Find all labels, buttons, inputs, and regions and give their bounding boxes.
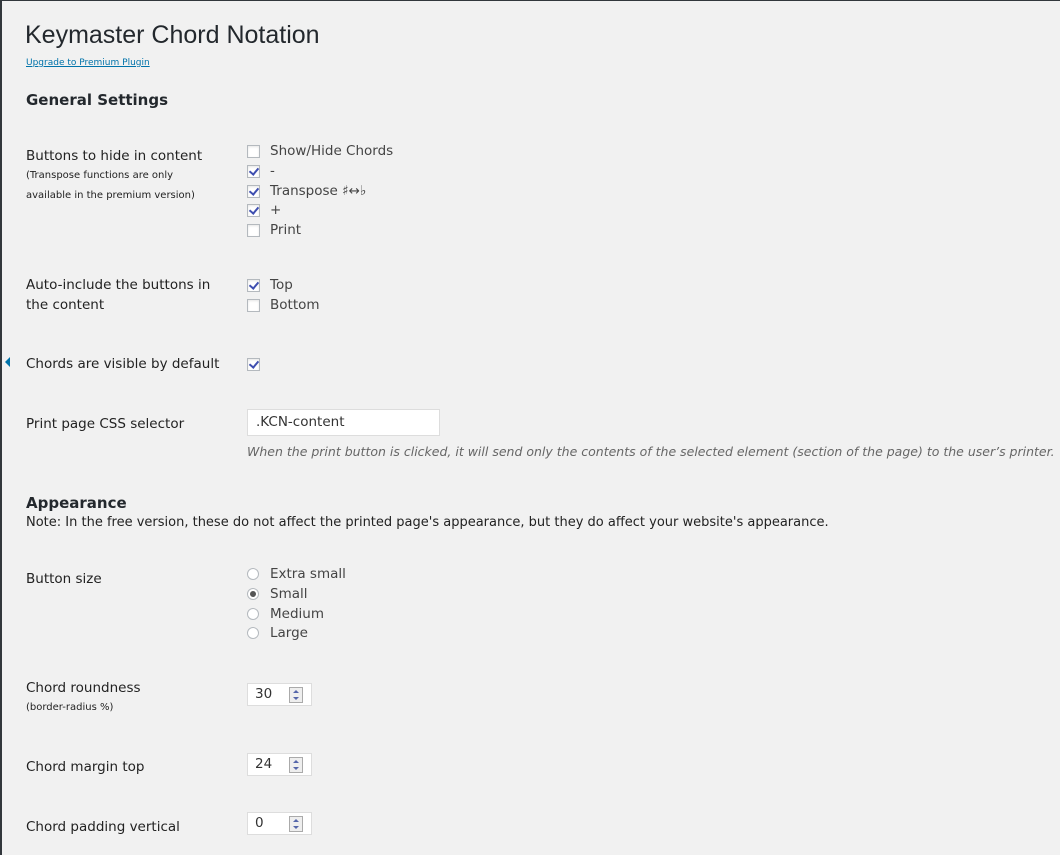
checkbox[interactable] (247, 144, 260, 158)
label-sub: (border-radius %) (26, 702, 114, 713)
page-title: Keymaster Chord Notation (25, 21, 320, 49)
size-small-radio[interactable]: Small (247, 584, 308, 604)
visible-default-label: Chords are visible by default (26, 356, 220, 372)
hide-print-checkbox[interactable]: Print (247, 220, 301, 240)
margin-top-label: Chord margin top (26, 759, 145, 775)
roundness-stepper[interactable]: 30 (247, 683, 312, 706)
size-medium-radio[interactable]: Medium (247, 604, 324, 624)
radio[interactable] (247, 588, 259, 600)
option-label: Bottom (270, 297, 320, 313)
hide-buttons-label: Buttons to hide in content (Transpose fun… (26, 146, 226, 206)
checkbox[interactable] (247, 278, 260, 292)
radio[interactable] (247, 608, 259, 620)
option-label: - (270, 163, 275, 179)
hide-show-hide-checkbox[interactable]: Show/Hide Chords (247, 141, 393, 161)
radio[interactable] (247, 627, 259, 639)
option-label: Transpose ♯↔♭ (270, 183, 367, 199)
size-large-radio[interactable]: Large (247, 623, 308, 643)
checkbox[interactable] (247, 223, 260, 237)
option-label: Large (270, 625, 308, 641)
checkbox[interactable] (247, 357, 260, 371)
collapse-arrow-icon (0, 357, 10, 367)
visible-default-checkbox[interactable] (247, 354, 270, 374)
value: 30 (255, 686, 273, 702)
spinner-arrows-icon[interactable] (289, 816, 303, 832)
upgrade-link[interactable]: Upgrade to Premium Plugin (26, 58, 150, 68)
auto-include-label: Auto-include the buttons in the content (26, 277, 211, 313)
radio[interactable] (247, 568, 259, 580)
appearance-note: Note: In the free version, these do not … (26, 515, 829, 530)
option-label: Top (270, 277, 293, 293)
checkbox[interactable] (247, 184, 260, 198)
roundness-label: Chord roundness (border-radius %) (26, 678, 226, 718)
padding-vertical-label: Chord padding vertical (26, 819, 180, 835)
spinner-arrows-icon[interactable] (289, 687, 303, 703)
value: 24 (255, 756, 273, 772)
padding-vertical-stepper[interactable]: 0 (247, 812, 312, 835)
auto-include-top-checkbox[interactable]: Top (247, 275, 293, 295)
hide-minus-checkbox[interactable]: - (247, 161, 275, 181)
option-label: Small (270, 586, 308, 602)
label-sub: (Transpose functions are only available … (26, 170, 195, 201)
auto-include-bottom-checkbox[interactable]: Bottom (247, 295, 320, 315)
print-selector-description: When the print button is clicked, it wil… (247, 444, 1055, 459)
checkbox[interactable] (247, 164, 260, 178)
option-label: Extra small (270, 566, 346, 582)
size-extra-small-radio[interactable]: Extra small (247, 564, 346, 584)
spinner-arrows-icon[interactable] (289, 757, 303, 773)
general-settings-heading: General Settings (26, 91, 169, 109)
checkbox[interactable] (247, 298, 260, 312)
margin-top-stepper[interactable]: 24 (247, 753, 312, 776)
hide-plus-checkbox[interactable]: + (247, 200, 281, 220)
option-label: Show/Hide Chords (270, 143, 394, 159)
checkbox[interactable] (247, 203, 260, 217)
hide-transpose-checkbox[interactable]: Transpose ♯↔♭ (247, 181, 366, 201)
option-label: Print (270, 222, 302, 238)
label-text: Buttons to hide in content (26, 148, 203, 164)
option-label: + (270, 202, 282, 218)
print-selector-input[interactable]: .KCN-content (247, 409, 440, 436)
appearance-heading: Appearance (26, 494, 127, 512)
value: 0 (255, 815, 264, 831)
option-label: Medium (270, 606, 324, 622)
button-size-label: Button size (26, 571, 102, 587)
print-selector-label: Print page CSS selector (26, 416, 185, 432)
label-text: Chord roundness (26, 680, 141, 696)
